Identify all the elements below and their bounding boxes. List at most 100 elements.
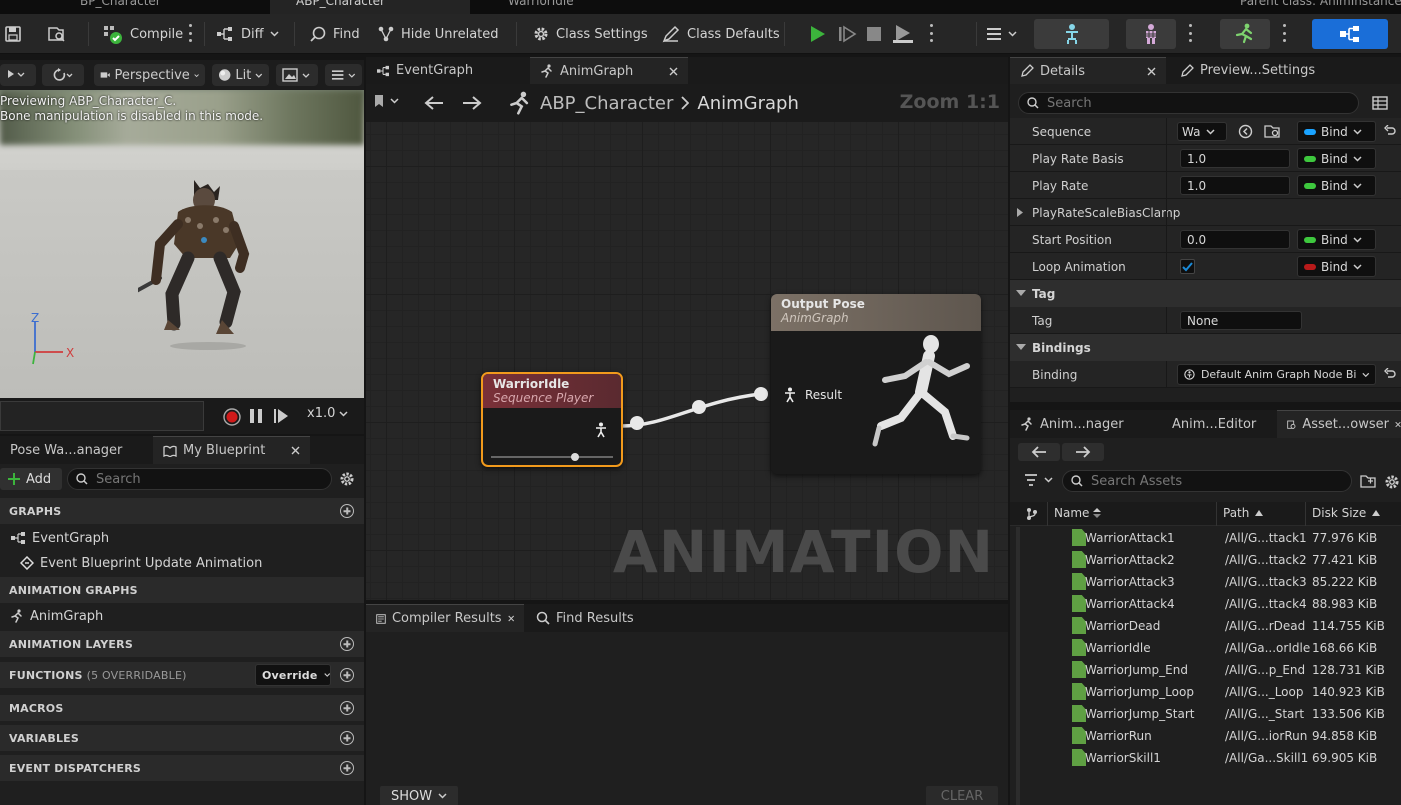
details-search-input[interactable]: Search bbox=[1018, 92, 1359, 114]
asset-row[interactable]: WarriorSkill1/All/Ga...Skill1 69.905 KiB bbox=[1020, 747, 1401, 769]
tree-item-event-graph[interactable]: EventGraph bbox=[0, 526, 364, 550]
step-forward-button[interactable] bbox=[273, 408, 289, 424]
section-graphs[interactable]: GRAPHS bbox=[0, 498, 364, 524]
section-tag[interactable]: Tag bbox=[1010, 280, 1401, 307]
node-warrior-idle[interactable]: WarriorIdle Sequence Player bbox=[481, 372, 623, 467]
blueprint-mode-button[interactable] bbox=[1312, 19, 1388, 49]
diff-button[interactable]: Diff bbox=[215, 20, 279, 48]
asset-search-input[interactable]: Search Assets bbox=[1062, 470, 1352, 492]
animation-mode-button[interactable] bbox=[1220, 19, 1270, 49]
filter-dropdown[interactable] bbox=[1024, 474, 1053, 486]
doc-tab-warrior-idle[interactable]: WarriorIdle bbox=[508, 0, 574, 8]
close-icon[interactable] bbox=[669, 67, 678, 76]
section-bindings[interactable]: Bindings bbox=[1010, 334, 1401, 361]
skeleton-mode-button[interactable] bbox=[1034, 19, 1109, 49]
mode-menu-button[interactable] bbox=[986, 20, 1017, 48]
settings-button[interactable] bbox=[339, 471, 355, 487]
anim-graph-canvas[interactable]: WarriorIdle Sequence Player Output Pose … bbox=[366, 122, 1008, 600]
tree-item-event-update[interactable]: Event Blueprint Update Animation bbox=[0, 551, 364, 575]
play-rate-bind-dropdown[interactable]: Bind bbox=[1297, 175, 1376, 196]
asset-row[interactable]: WarriorIdle/All/Ga...orIdle 168.66 KiB bbox=[1020, 637, 1401, 659]
viewport-menu-button[interactable] bbox=[325, 64, 362, 86]
tab-event-graph[interactable]: EventGraph bbox=[366, 57, 526, 84]
realtime-toggle-button[interactable] bbox=[42, 64, 84, 86]
tab-anim-editor[interactable]: Anim...Editor bbox=[1162, 410, 1266, 438]
section-functions[interactable]: FUNCTIONS (5 OVERRIDABLE) Override bbox=[0, 662, 364, 688]
details-view-options[interactable] bbox=[1372, 96, 1388, 110]
tab-preview-settings[interactable]: Preview...Settings bbox=[1170, 57, 1325, 84]
override-dropdown[interactable]: Override bbox=[255, 664, 331, 686]
sequence-asset-dropdown[interactable]: Wa bbox=[1177, 122, 1227, 141]
tab-anim-graph[interactable]: AnimGraph bbox=[530, 57, 688, 84]
tab-details[interactable]: Details bbox=[1010, 57, 1166, 84]
blueprint-search-input[interactable]: Search bbox=[67, 468, 332, 490]
column-header-path[interactable]: Path bbox=[1223, 506, 1264, 520]
close-icon[interactable] bbox=[291, 446, 300, 455]
detail-row-scale-bias-clamp[interactable]: PlayRateScaleBiasClamp bbox=[1010, 199, 1401, 226]
reset-to-default-button[interactable] bbox=[1383, 368, 1396, 381]
start-position-input[interactable]: 0.0 bbox=[1180, 230, 1290, 249]
tab-pose-watch-manager[interactable]: Pose Wa...anager bbox=[0, 436, 132, 464]
record-button[interactable] bbox=[222, 407, 242, 427]
compile-options-icon[interactable] bbox=[188, 24, 192, 42]
doc-tab-bp-character[interactable]: BP_Character bbox=[80, 0, 161, 8]
show-dropdown[interactable]: SHOW bbox=[380, 786, 458, 805]
bookmark-dropdown[interactable] bbox=[374, 94, 399, 108]
wire-knot[interactable] bbox=[754, 387, 768, 401]
save-button[interactable] bbox=[4, 20, 22, 48]
asset-list-scrollbar[interactable] bbox=[1016, 527, 1020, 805]
play-options-icon[interactable] bbox=[929, 24, 933, 42]
loop-animation-bind-dropdown[interactable]: Bind bbox=[1297, 256, 1376, 277]
class-defaults-button[interactable]: Class Defaults bbox=[661, 20, 780, 48]
play-rate-basis-input[interactable]: 1.0 bbox=[1180, 149, 1290, 168]
animation-options-icon[interactable] bbox=[1282, 24, 1286, 42]
add-graph-icon[interactable] bbox=[340, 504, 354, 518]
wire-knot[interactable] bbox=[692, 400, 706, 414]
timeline-scrubber[interactable] bbox=[0, 401, 204, 431]
result-pin[interactable]: Result bbox=[783, 387, 842, 403]
tab-compiler-results[interactable]: Compiler Results bbox=[366, 604, 524, 632]
mesh-mode-button[interactable] bbox=[1126, 19, 1176, 49]
tag-input[interactable]: None bbox=[1180, 311, 1302, 330]
tab-find-results[interactable]: Find Results bbox=[526, 604, 644, 632]
tree-item-anim-graph[interactable]: AnimGraph bbox=[0, 604, 364, 628]
section-animation-graphs[interactable]: ANIMATION GRAPHS bbox=[0, 577, 364, 603]
stop-button[interactable] bbox=[866, 20, 882, 48]
node-output-pose[interactable]: Output Pose AnimGraph Result bbox=[771, 294, 981, 474]
lit-dropdown[interactable]: Lit bbox=[212, 64, 269, 86]
tab-anim-manager[interactable]: Anim...nager bbox=[1010, 410, 1134, 438]
add-layer-icon[interactable] bbox=[340, 637, 354, 651]
find-button[interactable]: Find bbox=[309, 20, 360, 48]
asset-row[interactable]: WarriorJump_Start/All/G..._Start 133.506 … bbox=[1020, 703, 1401, 725]
asset-row[interactable]: WarriorRun/All/G...iorRun 94.858 KiB bbox=[1020, 725, 1401, 747]
breadcrumb-leaf[interactable]: AnimGraph bbox=[697, 93, 798, 114]
position-slider[interactable] bbox=[491, 453, 613, 461]
asset-row[interactable]: WarriorDead/All/G...rDead 114.755 KiB bbox=[1020, 615, 1401, 637]
section-animation-layers[interactable]: ANIMATION LAYERS bbox=[0, 631, 364, 657]
pause-button[interactable] bbox=[249, 408, 263, 424]
column-header-name[interactable]: Name bbox=[1054, 506, 1102, 520]
doc-tab-abp-character[interactable]: ABP_Character bbox=[296, 0, 385, 8]
section-macros[interactable]: MACROS bbox=[0, 695, 364, 721]
save-search-button[interactable] bbox=[1360, 474, 1376, 488]
add-macro-icon[interactable] bbox=[340, 701, 354, 715]
start-position-bind-dropdown[interactable]: Bind bbox=[1297, 229, 1376, 250]
play-rate-input[interactable]: 1.0 bbox=[1180, 176, 1290, 195]
asset-row[interactable]: WarriorAttack2/All/G...ttack2 77.421 KiB bbox=[1020, 549, 1401, 571]
hide-unrelated-button[interactable]: Hide Unrelated bbox=[377, 20, 499, 48]
playback-speed-dropdown[interactable]: x1.0 bbox=[307, 406, 348, 421]
reset-to-default-button[interactable] bbox=[1383, 125, 1396, 138]
step-button[interactable] bbox=[837, 20, 857, 48]
output-pose-pin[interactable] bbox=[594, 422, 608, 438]
browse-asset-button[interactable] bbox=[1264, 124, 1281, 139]
play-button[interactable] bbox=[807, 20, 827, 48]
add-button[interactable]: Add bbox=[0, 468, 62, 490]
asset-row[interactable]: WarriorAttack3/All/G...ttack3 85.222 KiB bbox=[1020, 571, 1401, 593]
forward-button[interactable] bbox=[462, 95, 482, 111]
close-icon[interactable] bbox=[1395, 420, 1401, 429]
wire-knot[interactable] bbox=[630, 416, 644, 430]
sequence-bind-dropdown[interactable]: Bind bbox=[1297, 121, 1376, 142]
slider-handle[interactable] bbox=[571, 453, 579, 461]
use-selected-asset-button[interactable] bbox=[1238, 124, 1253, 139]
perspective-dropdown[interactable]: Perspective bbox=[94, 64, 205, 86]
